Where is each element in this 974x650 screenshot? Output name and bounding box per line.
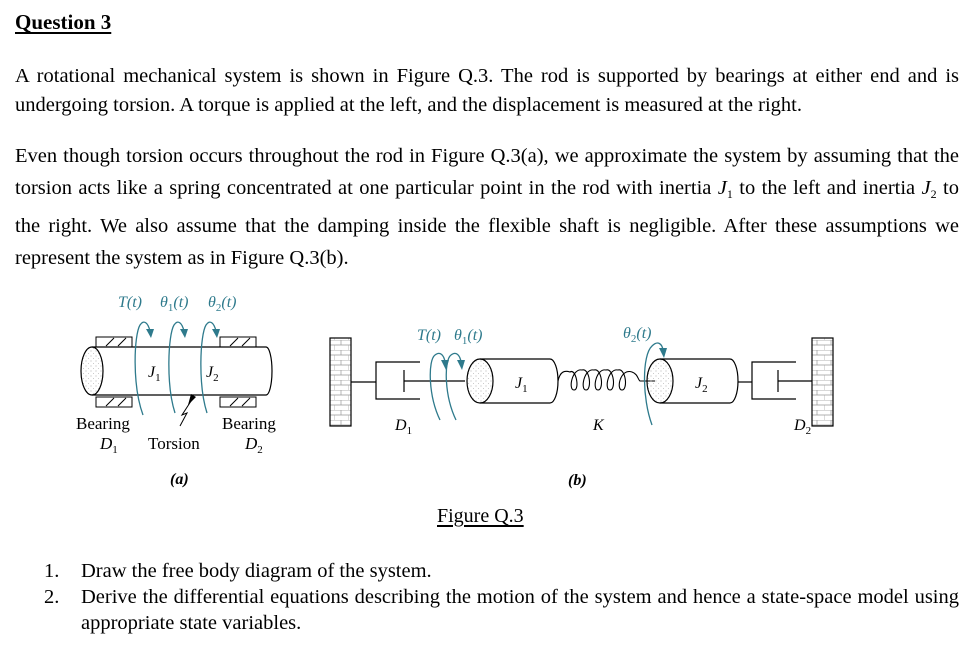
left-wall	[329, 337, 352, 427]
fig-a-caption: (a)	[170, 471, 189, 488]
fig-a-theta2-label: θ2(t)	[208, 294, 236, 314]
figure-b-lumped-model: T(t) θ1(t) J1 K J2 θ2(t) D1 D2 (b)	[329, 325, 834, 489]
fig-b-theta2-label: θ2(t)	[623, 325, 651, 345]
figure-a-rod-diagram: T(t) θ1(t) θ2(t) J1 J2 Bearing Bearing D…	[76, 294, 276, 488]
fig-a-bearing-left-label: Bearing	[76, 414, 130, 433]
fig-a-torsion-label: Torsion	[148, 434, 200, 453]
bearing-d1-top	[95, 336, 133, 348]
fig-a-d2-label: D2	[244, 434, 263, 456]
task-number: 1.	[44, 560, 60, 582]
fig-a-bearing-right-label: Bearing	[222, 414, 276, 433]
task-number: 2.	[44, 586, 60, 608]
bearing-d2-top	[219, 336, 257, 348]
torsion-arrow	[179, 394, 196, 427]
fig-b-d1-label: D1	[394, 417, 412, 437]
fig-a-torque-label: T(t)	[118, 294, 142, 311]
bearing-d2-bottom	[219, 396, 257, 408]
right-wall	[811, 337, 834, 427]
bearing-d1-bottom	[95, 396, 133, 408]
fig-b-spring-label: K	[592, 417, 605, 434]
inertia-j1-cylinder	[466, 358, 559, 404]
inertia-j2-cylinder	[646, 358, 739, 404]
fig-a-d1-label: D1	[99, 434, 118, 456]
fig-b-theta1-label: θ1(t)	[454, 327, 482, 347]
inertia-j2-symbol: J2	[921, 177, 937, 201]
figure-caption: Figure Q.3	[437, 505, 524, 527]
task-list: 1. Draw the free body diagram of the sys…	[44, 558, 959, 636]
damper-d2	[738, 361, 812, 400]
fig-b-torque-label: T(t)	[417, 327, 441, 344]
assumption-text-part2: to the left and inertia	[732, 177, 922, 199]
task-text: Draw the free body diagram of the system…	[81, 560, 432, 582]
question-heading: Question 3	[15, 10, 112, 34]
fig-b-caption: (b)	[568, 472, 587, 489]
fig-a-theta1-label: θ1(t)	[160, 294, 188, 314]
fig-b-d2-label: D2	[793, 417, 811, 437]
spring-k	[557, 369, 655, 391]
inertia-j1-symbol: J1	[717, 177, 733, 201]
rod	[80, 346, 273, 396]
intro-paragraph: A rotational mechanical system is shown …	[15, 65, 959, 116]
assumption-paragraph: Even though torsion occurs throughout th…	[15, 140, 959, 274]
task-item: 1. Draw the free body diagram of the sys…	[44, 558, 959, 584]
task-item: 2. Derive the differential equations des…	[44, 584, 959, 636]
task-text: Derive the differential equations descri…	[81, 586, 959, 634]
